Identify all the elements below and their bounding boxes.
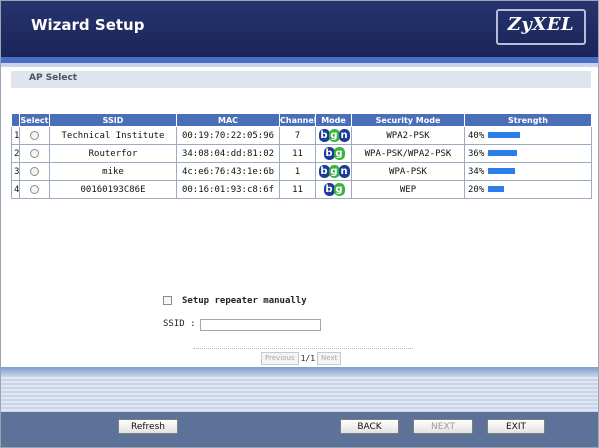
column-header-index: [11, 113, 20, 127]
ssid-cell: mike: [49, 162, 177, 181]
ap-table: Select SSID MAC Channel Mode Security Mo…: [11, 113, 592, 199]
security-cell: WPA2-PSK: [351, 126, 465, 145]
column-header-channel: Channel: [279, 113, 317, 127]
channel-cell: 11: [279, 180, 316, 199]
security-cell: WPA-PSK: [351, 162, 465, 181]
strength-cell: 34%: [464, 162, 592, 181]
header-divider-light: [1, 63, 598, 67]
select-radio[interactable]: [30, 148, 39, 158]
table-row[interactable]: 3 mike 4c:e6:76:43:1e:6b 1 bgn WPA-PSK 3…: [11, 162, 592, 181]
back-button[interactable]: BACK: [340, 419, 399, 434]
column-header-mac: MAC: [176, 113, 280, 127]
row-index: 4: [11, 180, 20, 199]
ssid-cell: Technical Institute: [49, 126, 177, 145]
ssid-cell: 00160193C86E: [49, 180, 177, 199]
table-row[interactable]: 4 00160193C86E 00:16:01:93:c8:6f 11 bg W…: [11, 180, 592, 199]
setup-repeater-checkbox[interactable]: [163, 296, 172, 305]
channel-cell: 7: [279, 126, 316, 145]
strength-text: 34%: [468, 166, 485, 177]
mac-cell: 34:08:04:dd:81:02: [176, 144, 280, 163]
refresh-button[interactable]: Refresh: [118, 419, 178, 434]
setup-repeater-label: Setup repeater manually: [182, 296, 307, 306]
column-header-select: Select: [19, 113, 50, 127]
strength-text: 36%: [468, 148, 485, 159]
pagination: Previous 1/1 Next: [261, 352, 342, 365]
ssid-cell: Routerfor: [49, 144, 177, 163]
strength-text: 20%: [468, 184, 485, 195]
select-radio[interactable]: [30, 130, 39, 140]
ssid-label: SSID :: [163, 319, 196, 329]
table-row[interactable]: 1 Technical Institute 00:19:70:22:05:96 …: [11, 126, 592, 145]
select-radio-cell[interactable]: [19, 126, 50, 145]
previous-page-button[interactable]: Previous: [261, 352, 299, 365]
column-header-ssid: SSID: [49, 113, 177, 127]
select-radio-cell[interactable]: [19, 180, 50, 199]
header: Wizard Setup ZyXEL: [1, 1, 598, 57]
security-cell: WEP: [351, 180, 465, 199]
page-indicator: 1/1: [300, 354, 316, 363]
mode-bgn-icon: bgn: [318, 129, 350, 142]
mac-cell: 00:16:01:93:c8:6f: [176, 180, 280, 199]
strength-text: 40%: [468, 130, 485, 141]
repeater-option[interactable]: Setup repeater manually: [163, 296, 307, 306]
strength-bar: [488, 132, 521, 138]
strength-cell: 20%: [464, 180, 592, 199]
select-radio-cell[interactable]: [19, 162, 50, 181]
select-radio-cell[interactable]: [19, 144, 50, 163]
mode-cell: bgn: [315, 126, 352, 145]
mode-cell: bgn: [315, 162, 352, 181]
exit-button[interactable]: EXIT: [487, 419, 545, 434]
column-header-strength: Strength: [464, 113, 592, 127]
row-index: 3: [11, 162, 20, 181]
mode-cell: bg: [315, 144, 352, 163]
security-cell: WPA-PSK/WPA2-PSK: [351, 144, 465, 163]
next-button[interactable]: NEXT: [413, 419, 473, 434]
strength-bar: [488, 168, 516, 174]
mode-cell: bg: [315, 180, 352, 199]
zyxel-logo: ZyXEL: [496, 9, 586, 45]
mac-cell: 4c:e6:76:43:1e:6b: [176, 162, 280, 181]
wizard-window: Wizard Setup ZyXEL AP Select Select SSID…: [0, 0, 599, 448]
section-title: AP Select: [29, 73, 78, 83]
select-radio[interactable]: [30, 184, 39, 194]
section-bar: AP Select: [11, 71, 591, 88]
row-index: 2: [11, 144, 20, 163]
window-title: Wizard Setup: [31, 16, 145, 34]
stripes-shade: [1, 367, 598, 377]
channel-cell: 11: [279, 144, 316, 163]
table-row[interactable]: 2 Routerfor 34:08:04:dd:81:02 11 bg WPA-…: [11, 144, 592, 163]
column-header-security: Security Mode: [351, 113, 465, 127]
pagination-divider: [193, 348, 413, 349]
table-header-row: Select SSID MAC Channel Mode Security Mo…: [11, 113, 592, 127]
strength-cell: 36%: [464, 144, 592, 163]
select-radio[interactable]: [30, 166, 39, 176]
row-index: 1: [11, 126, 20, 145]
column-header-mode: Mode: [315, 113, 352, 127]
next-page-button[interactable]: Next: [317, 352, 342, 365]
mode-bgn-icon: bgn: [318, 165, 350, 178]
mac-cell: 00:19:70:22:05:96: [176, 126, 280, 145]
ssid-input[interactable]: [200, 319, 321, 331]
strength-bar: [488, 150, 518, 156]
strength-cell: 40%: [464, 126, 592, 145]
channel-cell: 1: [279, 162, 316, 181]
logo-text: ZyXEL: [507, 14, 575, 35]
mode-bg-icon: bg: [323, 147, 345, 160]
strength-bar: [488, 186, 505, 192]
mode-bg-icon: bg: [323, 183, 345, 196]
